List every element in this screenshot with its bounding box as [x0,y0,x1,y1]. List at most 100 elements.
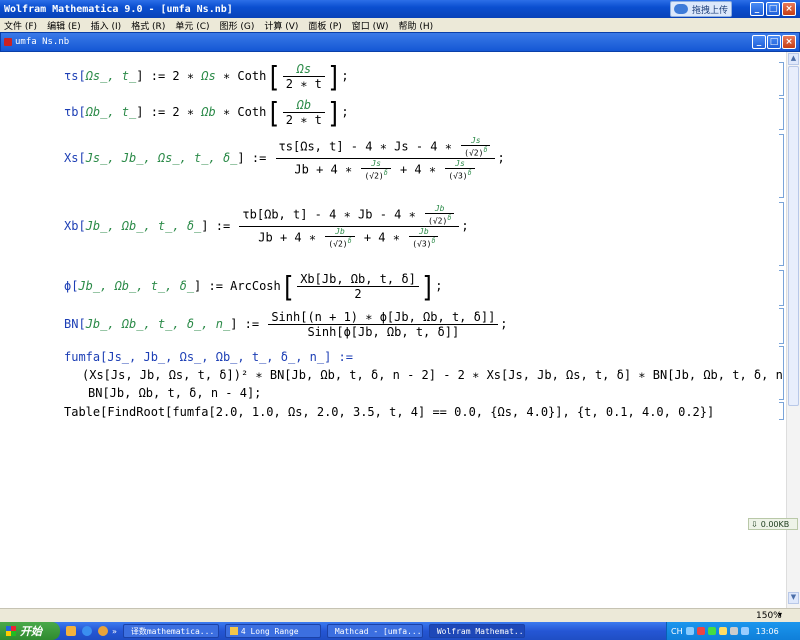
maximize-button[interactable]: □ [766,2,780,16]
menu-file[interactable]: 文件 (F) [4,19,37,32]
cell-bn-definition[interactable]: BN[Jb_, Ωb_, t_, δ_, n_] := Sinh[(n + 1)… [64,310,508,339]
notebook-close-button[interactable]: × [782,35,796,49]
cell-bracket[interactable] [779,308,784,344]
code-token: Jb_, Ωb_, t_, δ_ [78,279,195,293]
menu-bar: 文件 (F) 编辑 (E) 插入 (I) 格式 (R) 单元 (C) 图形 (G… [0,18,800,32]
code-token: ] := [201,219,231,234]
cell-xb-definition[interactable]: Xb[Jb_, Ωb_, t_, δ_] := τb[Ωb, t] - 4 ∗ … [64,204,469,248]
numerator: Ωb [296,98,312,112]
code-token: ϕ[ [64,279,79,293]
cell-tb-definition[interactable]: τb[Ωb_, t_] := 2 ∗ Ωb ∗ Coth[Ωb 2 ∗ t]; [64,98,349,127]
code-token: + 4 ∗ [399,161,437,176]
quicklaunch-media-icon[interactable] [98,626,108,636]
cell-bracket[interactable] [779,98,784,130]
upload-button[interactable]: 拖拽上传 [670,1,732,17]
code-token: δ [447,214,452,222]
numerator: Js [470,136,481,145]
security-icon[interactable] [718,627,727,635]
code-token: ] := ArcCosh [194,279,281,293]
menu-edit[interactable]: 编辑 (E) [47,19,81,32]
menu-window[interactable]: 窗口 (W) [352,19,389,32]
code-line: BN[Jb, Ωb, t, δ, n - 4]; [88,386,262,400]
cloud-icon [674,4,688,14]
code-token: Jb_, Ωb_, t_, δ_, n_ [85,317,231,331]
language-indicator[interactable]: CH [671,627,683,636]
taskbar: 开始 » 译数mathematica... 4 Long Range Mathc… [0,622,800,640]
code-token: (√2) [364,171,384,181]
cell-bracket[interactable] [779,270,784,306]
numerator: τs[Ωs, t] - 4 ∗ Js - 4 ∗ Js (√2)δ [276,136,496,158]
cell-bracket[interactable] [779,134,784,198]
code-token: BN[ [64,317,86,331]
notebook-restore-button[interactable]: □ [767,35,781,49]
cell-bracket[interactable] [779,402,784,420]
code-token: Jb + 4 ∗ [294,161,353,176]
scroll-up-icon[interactable]: ▲ [788,53,799,65]
notebook-minimize-button[interactable]: _ [752,35,766,49]
code-token: δ [431,236,436,245]
code-token: ∗ Coth [215,69,267,83]
start-button[interactable]: 开始 [0,622,60,640]
numerator: Js [371,158,381,168]
task-item[interactable]: 译数mathematica... [122,624,219,638]
code-line: fumfa[Js_, Jb_, Ωs_, Ωb_, t_, δ_, n_] := [64,350,353,364]
code-line: Table[FindRoot[fumfa[2.0, 1.0, Ωs, 2.0, … [64,405,715,419]
clock[interactable]: 13:06 [756,627,779,636]
code-token: (√2) [328,239,348,249]
numerator: Sinh[(n + 1) ∗ ϕ[Jb, Ωb, t, δ]] [271,310,496,324]
quicklaunch-expand-icon[interactable]: » [112,627,117,636]
task-item[interactable]: Wolfram Mathemat... [428,624,525,638]
quicklaunch-folder-icon[interactable] [66,626,76,636]
cell-fumfa-line-2[interactable]: (Xs[Js, Jb, Ωs, t, δ])² ∗ BN[Jb, Ωb, t, … [82,368,800,382]
denominator: Sinh[ϕ[Jb, Ωb, t, δ]] [268,324,499,339]
scroll-thumb[interactable] [788,66,799,406]
task-item[interactable]: Mathcad - [umfa... [326,624,423,638]
cell-fumfa-line-1[interactable]: fumfa[Js_, Jb_, Ωs_, Ωb_, t_, δ_, n_] := [64,350,353,364]
code-token: τb[ [64,105,86,119]
code-token: ] := [230,317,260,331]
scroll-down-icon[interactable]: ▼ [788,592,799,604]
menu-evaluation[interactable]: 计算 (V) [264,19,298,32]
help-icon[interactable] [685,627,694,635]
menu-palettes[interactable]: 面板 (P) [308,19,341,32]
close-button[interactable]: × [782,2,796,16]
fraction: Xb[Jb, Ωb, t, δ] 2 [297,272,419,301]
fraction: Ωb 2 ∗ t [282,98,325,127]
menu-format[interactable]: 格式 (R) [131,19,165,32]
code-token: ] := 2 ∗ [136,105,202,119]
cell-bracket[interactable] [779,202,784,266]
code-token: (√3) [412,239,432,249]
code-token: δ [467,168,472,177]
tray-app-icon[interactable] [740,627,749,635]
cell-table-findroot[interactable]: Table[FindRoot[fumfa[2.0, 1.0, Ωs, 2.0, … [64,405,714,419]
speed-value: 0.00KB [760,519,790,529]
numerator: Js [455,158,465,168]
numerator: Jb [419,226,429,236]
zoom-dropdown-icon[interactable]: ▾ [778,610,782,619]
cell-bracket[interactable] [779,62,784,96]
volume-icon[interactable] [729,627,738,635]
code-token: Ωs [201,69,216,83]
code-token: ] := [237,151,267,166]
fraction: Sinh[(n + 1) ∗ ϕ[Jb, Ωb, t, δ]] Sinh[ϕ[Jb… [268,310,499,339]
code-token: Ωb_, t_ [85,105,137,119]
antivirus-icon[interactable] [696,627,705,635]
cell-fumfa-line-3[interactable]: BN[Jb, Ωb, t, δ, n - 4]; [88,386,261,400]
numerator: Jb [335,226,345,236]
code-token: ; [341,105,349,119]
menu-help[interactable]: 帮助 (H) [399,19,434,32]
menu-insert[interactable]: 插入 (I) [91,19,122,32]
task-item[interactable]: 4 Long Range [224,624,321,638]
cell-ts-definition[interactable]: τs[Ωs_, t_] := 2 ∗ Ωs ∗ Coth[Ωs 2 ∗ t]; [64,62,349,91]
cell-xs-definition[interactable]: Xs[Js_, Jb_, Ωs_, t_, δ_] := τs[Ωs, t] -… [64,136,505,180]
quicklaunch-ie-icon[interactable] [82,626,92,636]
task-label: 译数mathematica... [130,626,215,636]
menu-cell[interactable]: 单元 (C) [175,19,209,32]
network-icon[interactable] [707,627,716,635]
network-speed-widget[interactable]: ⇩ 0.00KB [748,518,798,530]
code-token: δ [483,146,488,154]
minimize-button[interactable]: _ [750,2,764,16]
denominator: 2 ∗ t [282,76,325,91]
cell-phi-definition[interactable]: ϕ[Jb_, Ωb_, t_, δ_] := ArcCosh[Xb[Jb, Ωb… [64,272,442,301]
menu-graphics[interactable]: 图形 (G) [220,19,255,32]
